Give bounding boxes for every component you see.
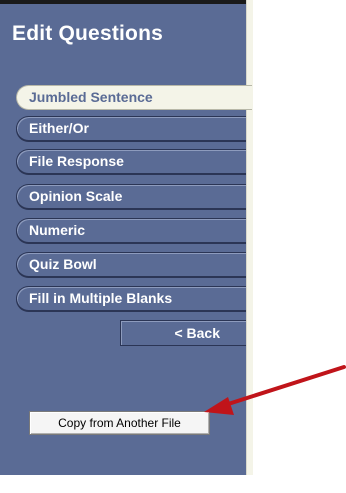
red-arrow-icon [204, 365, 346, 415]
